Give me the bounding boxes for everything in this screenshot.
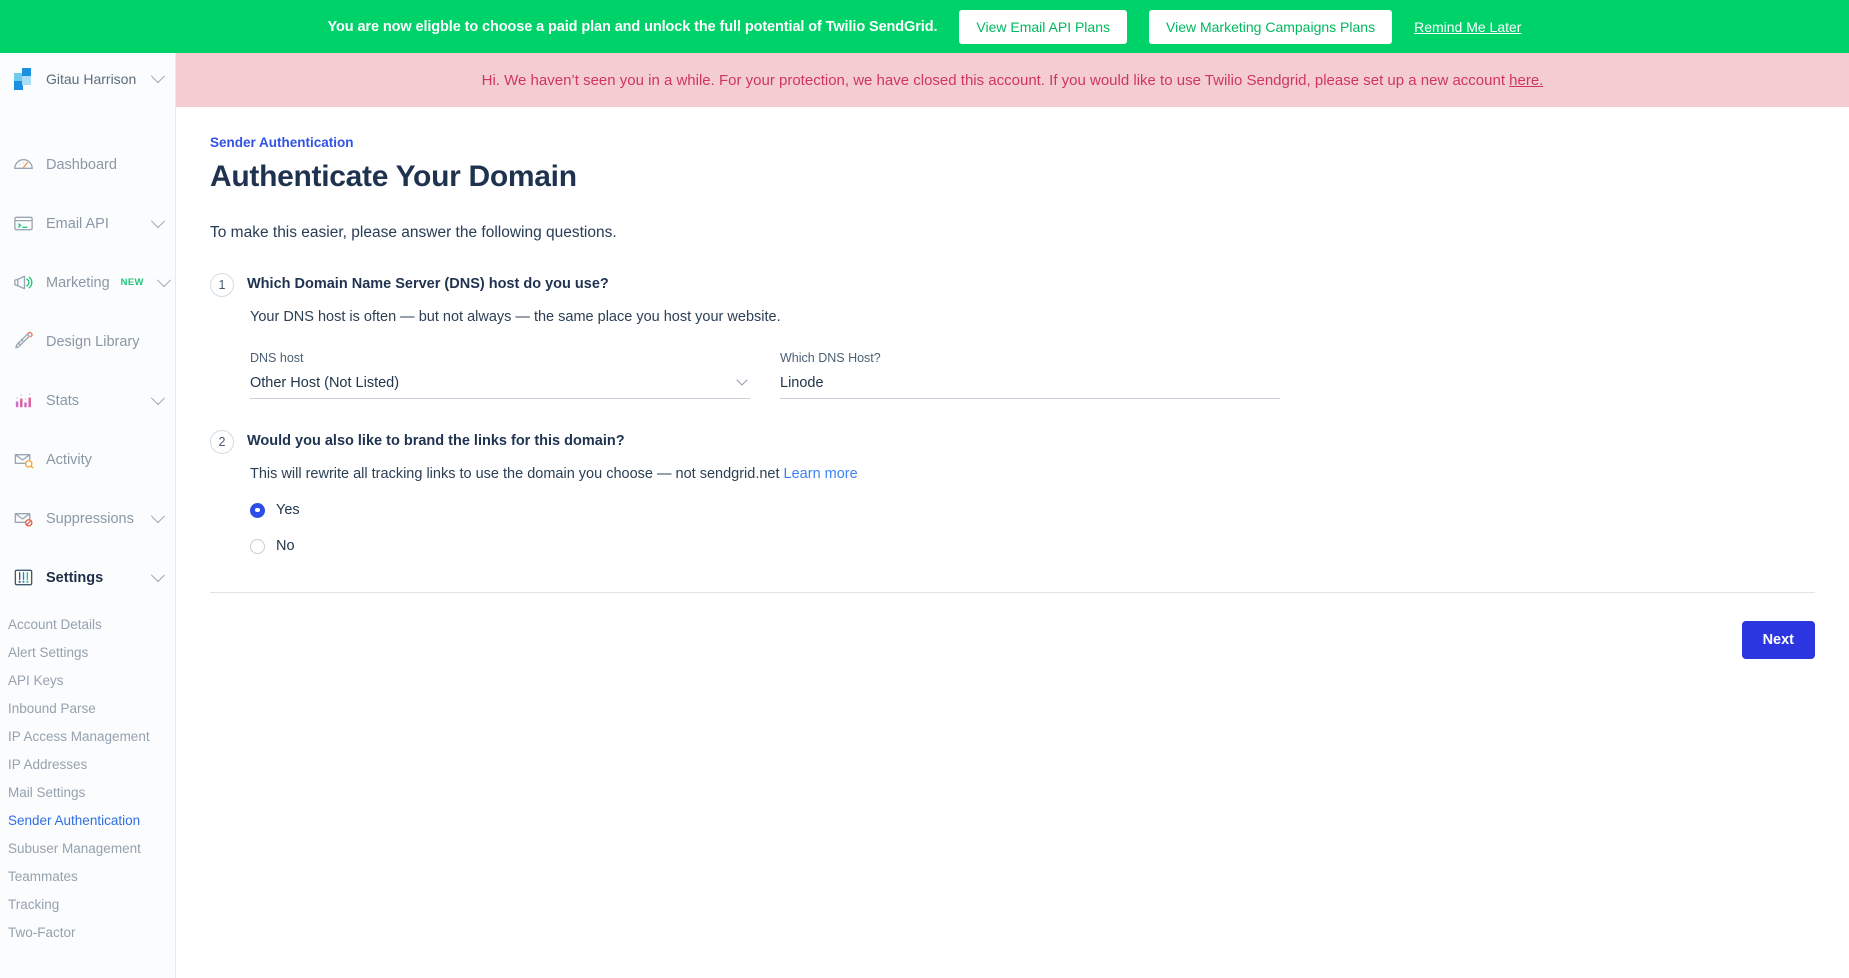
question-1-block: 1 Which Domain Name Server (DNS) host do… bbox=[210, 273, 1849, 399]
submenu-item-alert-settings[interactable]: Alert Settings bbox=[0, 639, 175, 667]
question-1-body: Your DNS host is often — but not always … bbox=[210, 309, 1849, 399]
promo-banner-message: You are now eligble to choose a paid pla… bbox=[327, 18, 938, 35]
bar-chart-icon bbox=[12, 389, 35, 412]
dns-host-select[interactable] bbox=[250, 373, 750, 399]
megaphone-icon bbox=[12, 271, 35, 294]
remind-me-later-link[interactable]: Remind Me Later bbox=[1414, 19, 1521, 35]
submenu-item-ip-addresses[interactable]: IP Addresses bbox=[0, 751, 175, 779]
section-divider bbox=[210, 592, 1815, 593]
radio-yes-icon[interactable] bbox=[250, 502, 265, 518]
dns-host-field-group: DNS host bbox=[250, 351, 750, 399]
sidebar-item-label: Activity bbox=[46, 451, 92, 468]
question-2-body: This will rewrite all tracking links to … bbox=[210, 466, 1849, 554]
envelope-search-icon bbox=[12, 448, 35, 471]
sidebar-item-label: Suppressions bbox=[46, 510, 134, 527]
submenu-item-account-details[interactable]: Account Details bbox=[0, 611, 175, 639]
which-dns-host-field-group: Which DNS Host? bbox=[780, 351, 1280, 399]
alert-banner-message: Hi. We haven’t seen you in a while. For … bbox=[482, 72, 1544, 89]
dns-host-label: DNS host bbox=[250, 351, 304, 365]
question-2-description: This will rewrite all tracking links to … bbox=[250, 466, 780, 482]
submenu-item-sender-authentication[interactable]: Sender Authentication bbox=[0, 807, 175, 835]
submenu-item-inbound-parse[interactable]: Inbound Parse bbox=[0, 695, 175, 723]
brand-links-option-yes[interactable]: Yes bbox=[250, 502, 1849, 518]
alert-banner-message-text: Hi. We haven’t seen you in a while. For … bbox=[481, 71, 1510, 89]
account-closed-alert-banner: Hi. We haven’t seen you in a while. For … bbox=[176, 53, 1849, 107]
sidebar-item-activity[interactable]: Activity bbox=[0, 430, 175, 489]
which-dns-host-label: Which DNS Host? bbox=[780, 351, 881, 365]
chevron-down-icon bbox=[150, 213, 166, 228]
account-name-label: Gitau Harrison bbox=[46, 71, 137, 87]
sidebar-item-marketing[interactable]: Marketing NEW bbox=[0, 253, 175, 312]
view-email-api-plans-button[interactable]: View Email API Plans bbox=[959, 9, 1127, 44]
next-button[interactable]: Next bbox=[1741, 621, 1815, 659]
sidebar-item-label: Design Library bbox=[46, 333, 140, 350]
sidebar-item-email-api[interactable]: Email API bbox=[0, 194, 175, 253]
settings-submenu: Account Details Alert Settings API Keys … bbox=[0, 607, 175, 947]
submenu-item-mail-settings[interactable]: Mail Settings bbox=[0, 779, 175, 807]
question-1-number: 1 bbox=[210, 273, 234, 297]
footer-actions: Next bbox=[176, 621, 1849, 659]
which-dns-host-input-wrap[interactable] bbox=[780, 373, 1280, 399]
brand-links-option-no[interactable]: No bbox=[250, 538, 1849, 554]
sidebar-item-settings[interactable]: Settings bbox=[0, 548, 175, 607]
new-badge: NEW bbox=[120, 277, 144, 288]
question-2-header: 2 Would you also like to brand the links… bbox=[210, 430, 1849, 454]
sidebar-item-stats[interactable]: Stats bbox=[0, 371, 175, 430]
main-content: Sender Authentication Authenticate Your … bbox=[176, 107, 1849, 978]
chevron-down-icon bbox=[150, 69, 166, 84]
question-2-title: Would you also like to brand the links f… bbox=[247, 433, 625, 449]
submenu-item-teammates[interactable]: Teammates bbox=[0, 863, 175, 891]
pencil-ruler-icon bbox=[12, 330, 35, 353]
sendgrid-logo-icon bbox=[14, 68, 36, 90]
learn-more-link[interactable]: Learn more bbox=[784, 466, 858, 482]
page-subtitle: To make this easier, please answer the f… bbox=[210, 224, 617, 241]
sidebar-item-design-library[interactable]: Design Library bbox=[0, 312, 175, 371]
submenu-item-api-keys[interactable]: API Keys bbox=[0, 667, 175, 695]
sidebar-item-label: Stats bbox=[46, 392, 80, 409]
new-account-here-link[interactable]: here. bbox=[1509, 72, 1543, 89]
page-title: Authenticate Your Domain bbox=[210, 160, 577, 193]
submenu-item-tracking[interactable]: Tracking bbox=[0, 891, 175, 919]
question-2-block: 2 Would you also like to brand the links… bbox=[210, 430, 1849, 554]
envelope-block-icon bbox=[12, 507, 35, 530]
question-1-header: 1 Which Domain Name Server (DNS) host do… bbox=[210, 273, 1849, 297]
sidebar-item-label: Settings bbox=[46, 569, 104, 586]
dns-host-select-value[interactable] bbox=[250, 373, 750, 393]
which-dns-host-input[interactable] bbox=[780, 373, 1280, 393]
question-1-description: Your DNS host is often — but not always … bbox=[250, 309, 781, 325]
sidebar-item-label: Marketing bbox=[46, 274, 110, 291]
submenu-item-ip-access-management[interactable]: IP Access Management bbox=[0, 723, 175, 751]
submenu-item-two-factor[interactable]: Two-Factor bbox=[0, 919, 175, 947]
chevron-down-icon bbox=[150, 508, 166, 523]
gauge-icon bbox=[12, 153, 35, 176]
promo-banner: You are now eligble to choose a paid pla… bbox=[0, 0, 1849, 53]
chevron-down-icon bbox=[150, 390, 166, 405]
chevron-down-icon bbox=[156, 272, 171, 287]
submenu-item-subuser-management[interactable]: Subuser Management bbox=[0, 835, 175, 863]
sidebar-item-label: Email API bbox=[46, 215, 109, 232]
sliders-icon bbox=[12, 566, 35, 589]
question-2-description-row: This will rewrite all tracking links to … bbox=[250, 466, 1849, 482]
sidebar-item-suppressions[interactable]: Suppressions bbox=[0, 489, 175, 548]
question-2-number: 2 bbox=[210, 430, 234, 454]
sidebar: Gitau Harrison Dashboard Email API Marke… bbox=[0, 53, 176, 978]
chevron-down-icon bbox=[150, 567, 166, 582]
sidebar-nav: Dashboard Email API Marketing NEW Design… bbox=[0, 135, 175, 947]
view-marketing-campaigns-plans-button[interactable]: View Marketing Campaigns Plans bbox=[1149, 9, 1393, 44]
question-1-title: Which Domain Name Server (DNS) host do y… bbox=[247, 276, 609, 292]
sidebar-item-label: Dashboard bbox=[46, 156, 117, 173]
sidebar-item-dashboard[interactable]: Dashboard bbox=[0, 135, 175, 194]
radio-no-icon[interactable] bbox=[250, 538, 265, 554]
code-window-icon bbox=[12, 212, 35, 235]
radio-yes-label: Yes bbox=[276, 502, 300, 518]
radio-no-label: No bbox=[276, 538, 295, 554]
dns-fields-row: DNS host Which DNS Host? bbox=[250, 351, 1849, 399]
account-switcher[interactable]: Gitau Harrison bbox=[0, 53, 175, 105]
breadcrumb[interactable]: Sender Authentication bbox=[210, 135, 354, 150]
